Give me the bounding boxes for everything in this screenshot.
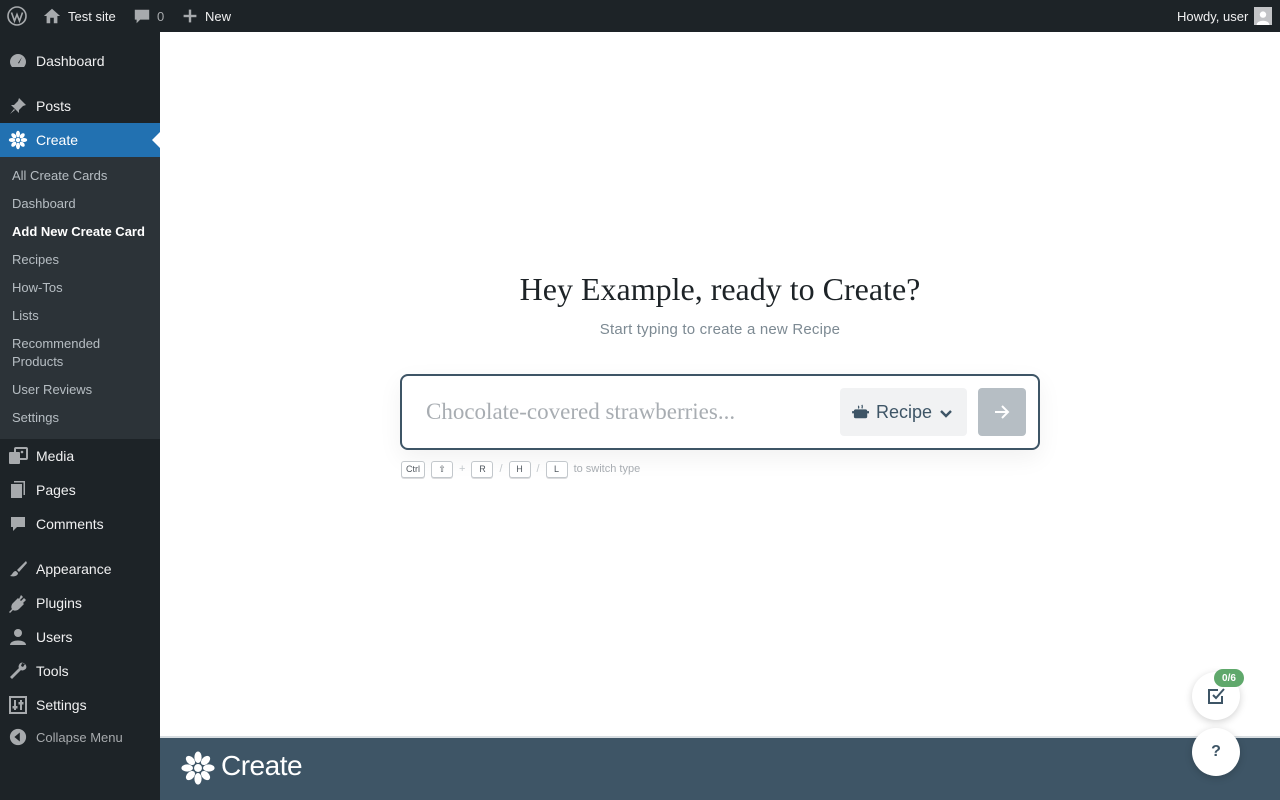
keyboard-shortcut-hint: Ctrl ⇧ + R / H / L to switch type <box>401 460 640 478</box>
media-icon <box>8 446 28 466</box>
checklist-progress-badge: 0/6 <box>1214 669 1244 687</box>
comments-link[interactable]: 0 <box>132 0 164 32</box>
card-type-select[interactable]: Recipe <box>840 388 967 436</box>
new-label: New <box>205 8 232 24</box>
hint-text: to switch type <box>573 463 641 475</box>
create-footer: Create <box>160 736 1280 800</box>
pin-icon <box>8 96 28 116</box>
page-title: Hey Example, ready to Create? <box>519 271 921 307</box>
brush-icon <box>8 559 28 579</box>
sidebar-item-label: Appearance <box>36 561 112 577</box>
sidebar-item-tools[interactable]: Tools <box>0 654 160 688</box>
submenu-recipes[interactable]: Recipes <box>12 251 152 269</box>
wrench-icon <box>8 661 28 681</box>
plus-icon <box>180 6 200 26</box>
submenu-settings[interactable]: Settings <box>12 409 152 427</box>
submenu-dashboard[interactable]: Dashboard <box>12 195 152 213</box>
dashboard-icon <box>8 51 28 71</box>
kbd-l: L <box>545 460 568 478</box>
sidebar-item-label: Settings <box>36 697 87 713</box>
submenu-recommended-products[interactable]: Recommended Products <box>12 335 122 371</box>
create-card-form: Recipe <box>400 374 1040 450</box>
collapse-menu-button[interactable]: Collapse Menu <box>0 720 160 754</box>
pages-icon <box>8 480 28 500</box>
hint-slash: / <box>536 463 540 475</box>
sidebar-item-label: Create <box>36 132 79 148</box>
create-submenu: All Create Cards Dashboard Add New Creat… <box>0 157 160 439</box>
card-type-label: Recipe <box>876 401 933 422</box>
hint-slash: / <box>499 463 503 475</box>
sidebar-item-appearance[interactable]: Appearance <box>0 552 160 586</box>
plugin-icon <box>8 593 28 613</box>
wordpress-icon <box>7 6 27 26</box>
sidebar-item-settings[interactable]: Settings <box>0 688 160 722</box>
sidebar-item-label: Pages <box>36 482 76 498</box>
main-content: Hey Example, ready to Create? Start typi… <box>160 32 1280 736</box>
sidebar-item-label: Users <box>36 629 73 645</box>
sliders-icon <box>8 695 28 715</box>
submenu-user-reviews[interactable]: User Reviews <box>12 381 152 399</box>
page-subtitle: Start typing to create a new Recipe <box>599 321 841 338</box>
submenu-add-new-create-card[interactable]: Add New Create Card <box>12 223 152 241</box>
sidebar-item-label: Tools <box>36 663 69 679</box>
kbd-ctrl: Ctrl <box>401 460 425 478</box>
chevron-down-icon <box>939 405 953 426</box>
home-icon <box>42 6 62 26</box>
sidebar-item-label: Plugins <box>36 595 82 611</box>
kbd-shift: ⇧ <box>431 460 453 478</box>
create-submit-button[interactable] <box>978 388 1026 436</box>
site-name-link[interactable]: Test site <box>42 0 116 32</box>
kbd-r: R <box>471 460 494 478</box>
kbd-h: H <box>508 460 531 478</box>
avatar <box>1254 7 1273 25</box>
arrow-right-icon <box>992 402 1012 422</box>
howdy-greeting: Howdy, user <box>1177 8 1249 24</box>
sidebar-item-pages[interactable]: Pages <box>0 473 160 507</box>
sidebar-item-create[interactable]: Create <box>0 123 160 157</box>
sidebar-item-label: Dashboard <box>36 53 105 69</box>
site-name: Test site <box>68 8 116 24</box>
help-button[interactable]: ? <box>1192 728 1240 776</box>
admin-bar: Test site 0 New Howdy, user <box>0 0 1280 32</box>
submenu-how-tos[interactable]: How-Tos <box>12 279 152 297</box>
sidebar-item-comments[interactable]: Comments <box>0 507 160 541</box>
sidebar-item-label: Comments <box>36 516 104 532</box>
sidebar-item-users[interactable]: Users <box>0 620 160 654</box>
sidebar-item-label: Posts <box>36 98 72 114</box>
submenu-lists[interactable]: Lists <box>12 307 152 325</box>
user-icon <box>8 627 28 647</box>
sidebar-item-dashboard[interactable]: Dashboard <box>0 44 160 78</box>
admin-sidebar: Dashboard Posts Create All Create Cards … <box>0 32 160 800</box>
create-logo-text: Create <box>221 750 303 781</box>
create-logo-icon <box>180 750 216 791</box>
new-content-link[interactable]: New <box>180 0 231 32</box>
account-menu[interactable]: Howdy, user <box>1177 0 1273 32</box>
hint-plus: + <box>459 463 466 475</box>
collapse-arrow-icon <box>8 727 28 747</box>
comments-count: 0 <box>157 8 165 24</box>
comment-icon <box>8 514 28 534</box>
create-flower-icon <box>8 130 28 150</box>
checkbox-icon <box>1205 685 1227 707</box>
sidebar-item-media[interactable]: Media <box>0 439 160 473</box>
card-title-input[interactable] <box>426 394 826 430</box>
sidebar-item-plugins[interactable]: Plugins <box>0 586 160 620</box>
comment-bubble-icon <box>132 6 152 26</box>
recipe-pot-icon <box>852 404 870 425</box>
collapse-menu-label: Collapse Menu <box>36 729 123 745</box>
help-label: ? <box>1211 743 1221 760</box>
sidebar-item-label: Media <box>36 448 75 464</box>
sidebar-item-posts[interactable]: Posts <box>0 89 160 123</box>
wordpress-logo-icon[interactable] <box>7 0 27 32</box>
submenu-all-create-cards[interactable]: All Create Cards <box>12 167 152 185</box>
